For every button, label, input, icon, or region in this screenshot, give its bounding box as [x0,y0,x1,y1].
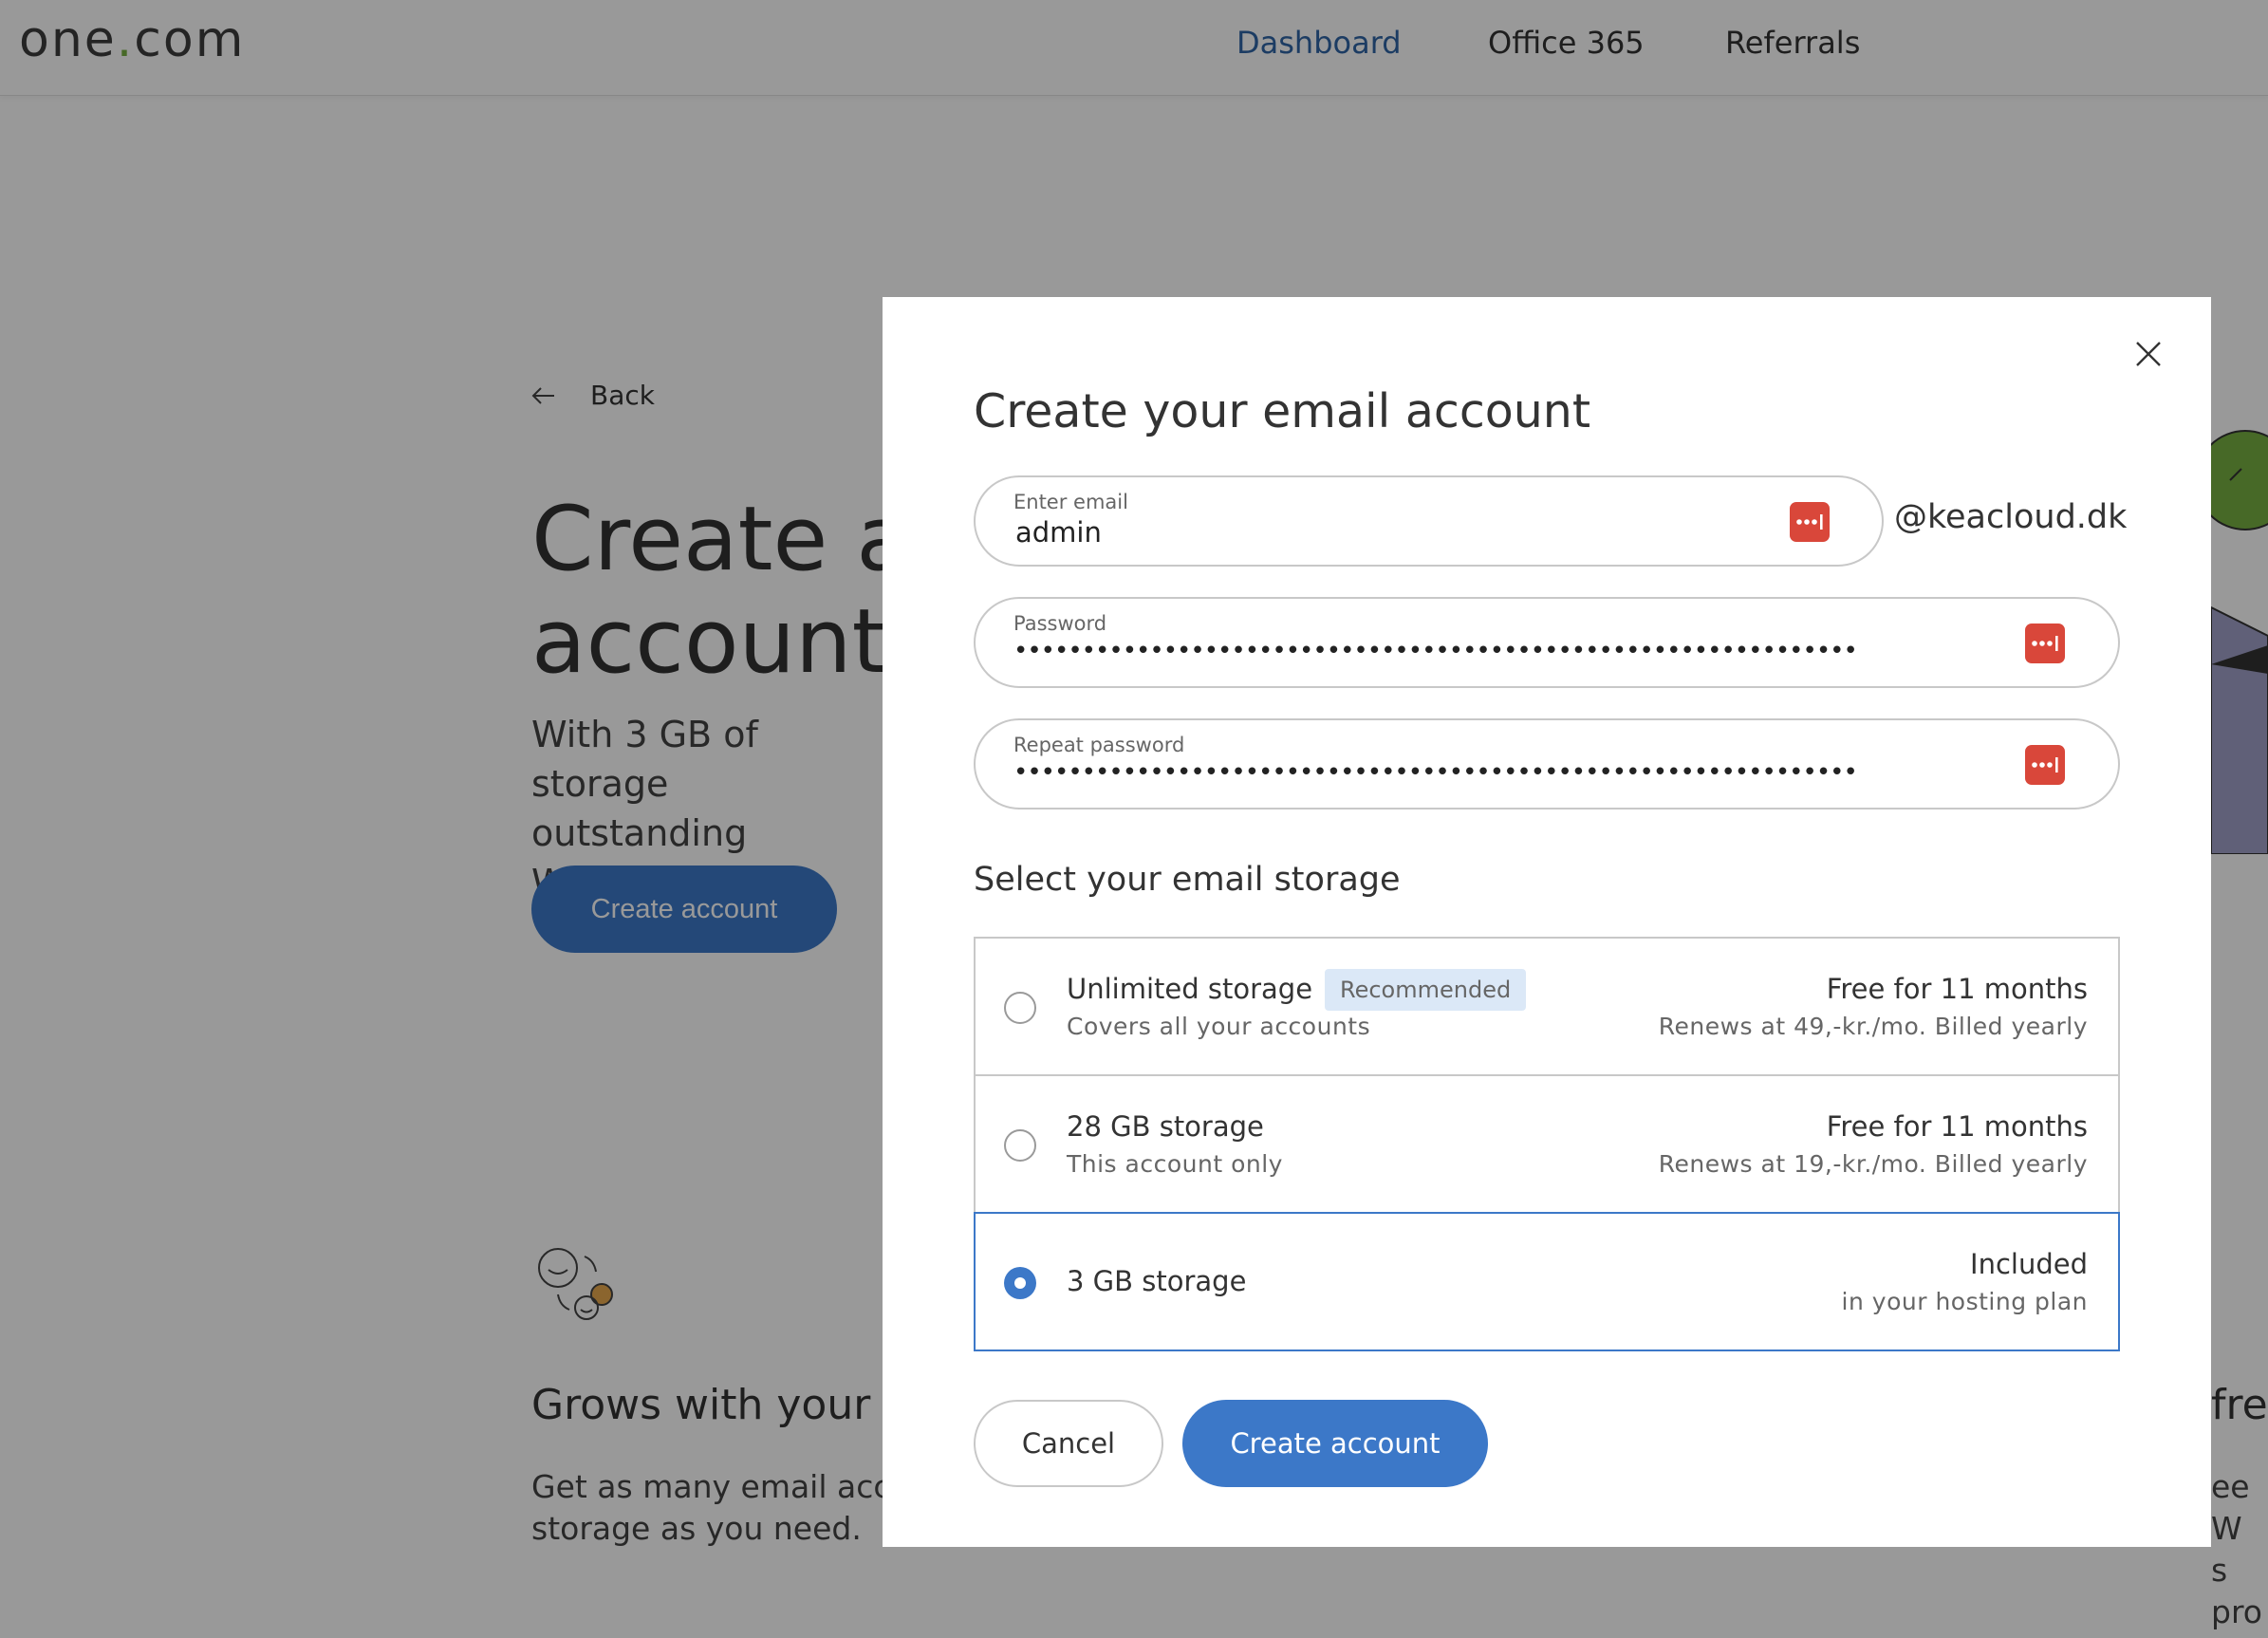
option-renewal: Renews at 19,-kr./mo. Billed yearly [1658,1150,2088,1178]
email-input[interactable] [1013,515,1773,549]
option-name: 3 GB storage [1067,1265,1247,1297]
option-name: 28 GB storage [1067,1110,1264,1143]
password-field-label: Password [1013,612,1107,635]
recommended-badge: Recommended [1325,969,1527,1011]
password-field[interactable]: Password •••••••••••••••••••••••••••••••… [974,597,2120,688]
storage-options: Unlimited storage Recommended Covers all… [974,937,2120,1354]
option-renewal: in your hosting plan [1841,1288,2088,1315]
storage-option-28gb[interactable]: 28 GB storage This account only Free for… [974,1074,2120,1214]
option-description: Covers all your accounts [1067,1013,1371,1040]
close-icon[interactable] [2133,339,2164,369]
modal-title: Create your email account [974,384,1591,438]
password-manager-icon[interactable] [2025,745,2065,785]
repeat-password-field[interactable]: Repeat password ••••••••••••••••••••••••… [974,718,2120,810]
password-manager-icon[interactable] [1790,502,1830,542]
option-price: Included [1970,1248,2088,1280]
cancel-button[interactable]: Cancel [974,1400,1163,1487]
option-price: Free for 11 months [1826,973,2088,1005]
option-price: Free for 11 months [1826,1110,2088,1143]
radio-button-selected[interactable] [1004,1267,1036,1299]
create-account-button[interactable]: Create account [1182,1400,1488,1487]
email-domain: @keacloud.dk [1894,498,2128,536]
repeat-password-field-label: Repeat password [1013,734,1185,756]
password-input[interactable]: ••••••••••••••••••••••••••••••••••••••••… [1013,637,1858,665]
storage-section-title: Select your email storage [974,861,1401,899]
password-manager-icon[interactable] [2025,624,2065,663]
storage-option-unlimited[interactable]: Unlimited storage Recommended Covers all… [974,937,2120,1076]
radio-button[interactable] [1004,992,1036,1024]
option-description: This account only [1067,1150,1283,1178]
option-renewal: Renews at 49,-kr./mo. Billed yearly [1658,1013,2088,1040]
email-field-label: Enter email [1013,491,1128,513]
storage-option-3gb[interactable]: 3 GB storage Included in your hosting pl… [974,1212,2120,1351]
repeat-password-input[interactable]: ••••••••••••••••••••••••••••••••••••••••… [1013,758,1858,787]
radio-button[interactable] [1004,1129,1036,1162]
create-email-modal: Create your email account Enter email @k… [883,297,2211,1547]
option-name: Unlimited storage [1067,973,1313,1005]
email-field[interactable]: Enter email [974,475,1884,567]
